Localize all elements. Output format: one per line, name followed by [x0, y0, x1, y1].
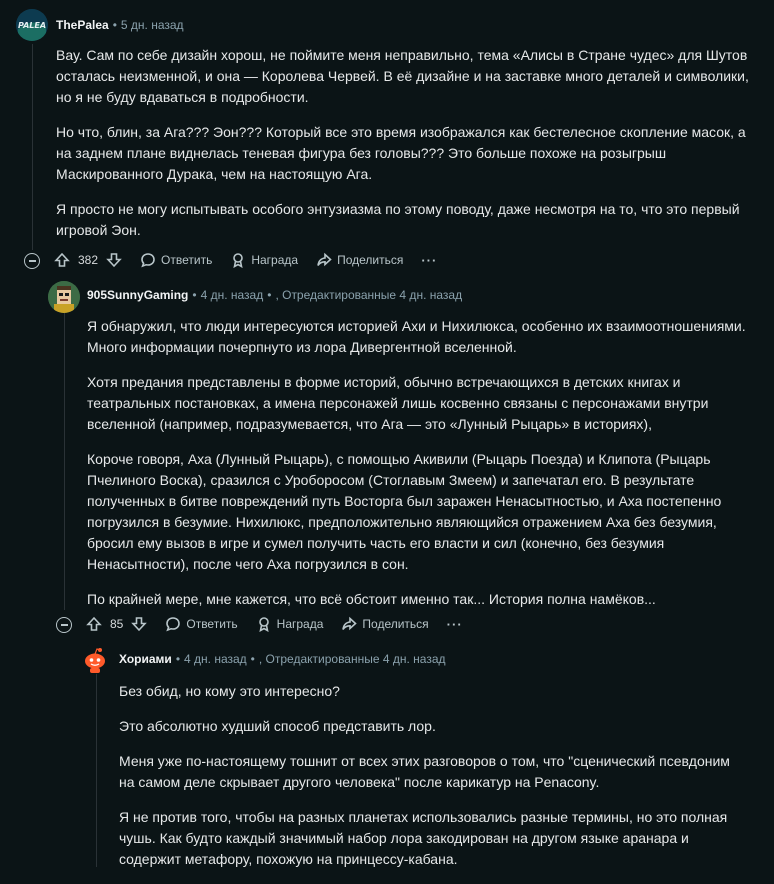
award-icon	[258, 617, 269, 632]
palea-logo-icon: PALEA	[16, 9, 48, 41]
comment-body: Я обнаружил, что люди интересуются истор…	[87, 316, 747, 624]
svg-text:PALEA: PALEA	[18, 21, 46, 30]
collapse-thread-button[interactable]	[56, 617, 72, 633]
award-label: Награда	[251, 253, 299, 267]
reply-button[interactable]: Ответить	[165, 616, 238, 632]
comment-paragraph: Но что, блин, за Ага??? Эон??? Который в…	[56, 124, 746, 182]
timestamp[interactable]: 4 дн. назад	[184, 652, 247, 666]
timestamp[interactable]: 4 дн. назад	[201, 288, 264, 302]
downvote-icon	[106, 253, 122, 268]
avatar[interactable]	[80, 644, 110, 674]
author-name[interactable]: 905SunnyGaming	[87, 288, 188, 302]
upvote-button[interactable]	[54, 252, 70, 268]
timestamp[interactable]: 5 дн. назад	[121, 18, 184, 32]
comment-paragraph: Вау. Сам по себе дизайн хорош, не поймит…	[56, 47, 749, 105]
author-name[interactable]: ThePalea	[56, 18, 109, 32]
avatar[interactable]: PALEA	[16, 9, 48, 41]
upvote-icon	[86, 616, 102, 631]
comment-paragraph: Короче говоря, Аха (Лунный Рыцарь), с по…	[87, 451, 722, 572]
avatar[interactable]	[48, 281, 80, 313]
downvote-button[interactable]	[106, 252, 122, 268]
comment-meta: ThePalea • 5 дн. назад	[56, 18, 184, 32]
thread-line	[64, 310, 65, 610]
author-name[interactable]: Хориами	[119, 652, 172, 666]
award-label: Награда	[276, 617, 324, 631]
comment-actions: 85 Ответить Награда Поделиться ···	[86, 612, 481, 636]
comment-paragraph: Это абсолютно худший способ представить …	[119, 718, 436, 734]
thread-line	[96, 673, 97, 867]
comment-actions: 382 Ответить Награда Поделиться ···	[54, 248, 455, 272]
comment-meta: 905SunnyGaming • 4 дн. назад •, Отредактиро…	[87, 288, 463, 302]
share-icon	[342, 616, 358, 631]
downvote-button[interactable]	[131, 616, 148, 632]
upvote-icon	[54, 252, 70, 267]
share-button[interactable]: Поделиться	[341, 616, 429, 632]
reply-label: Ответить	[161, 253, 213, 267]
comment-paragraph: Без обид, но кому это интересно?	[119, 683, 340, 699]
award-button[interactable]: Награда	[230, 252, 298, 268]
downvote-icon	[131, 617, 148, 632]
thread-line	[32, 44, 33, 250]
share-label: Поделиться	[337, 253, 404, 267]
comment-icon	[141, 253, 155, 268]
reply-button[interactable]: Ответить	[140, 252, 212, 268]
reply-label: Ответить	[186, 617, 238, 631]
comment-body: Без обид, но кому это интересно? Это абс…	[119, 681, 739, 884]
edited-label: , Отредактированные 4 дн. назад	[275, 288, 463, 302]
collapse-thread-button[interactable]	[24, 253, 40, 269]
comment-icon	[166, 617, 181, 632]
comment-meta: Хориами • 4 дн. назад •, Отредактированные …	[119, 652, 446, 666]
vote-count: 85	[110, 617, 124, 631]
comment-paragraph: По крайней мере, мне кажется, что всё об…	[87, 591, 656, 607]
comment-paragraph: Я не против того, чтобы на разных планет…	[119, 809, 728, 867]
comment-paragraph: Хотя предания представлены в форме истор…	[87, 374, 709, 432]
vote-count: 382	[78, 253, 99, 267]
share-label: Поделиться	[362, 617, 429, 631]
snoo-avatar-icon	[85, 648, 105, 673]
share-icon	[317, 252, 332, 267]
comment-paragraph: Меня уже по-настоящему тошнит от всех эт…	[119, 753, 730, 790]
edited-label: , Отредактированные 4 дн. назад	[258, 652, 446, 666]
comment-paragraph: Я обнаружил, что люди интересуются истор…	[87, 318, 746, 355]
more-options-button[interactable]: ···	[447, 617, 463, 632]
more-options-button[interactable]: ···	[421, 253, 437, 268]
award-icon	[233, 253, 244, 268]
comment-paragraph: Я просто не могу испытывать особого энту…	[56, 201, 740, 238]
pixel-character-icon	[48, 281, 80, 313]
comment-body: Вау. Сам по себе дизайн хорош, не поймит…	[56, 45, 756, 255]
award-button[interactable]: Награда	[256, 616, 324, 632]
upvote-button[interactable]	[86, 616, 102, 632]
share-button[interactable]: Поделиться	[316, 252, 403, 268]
